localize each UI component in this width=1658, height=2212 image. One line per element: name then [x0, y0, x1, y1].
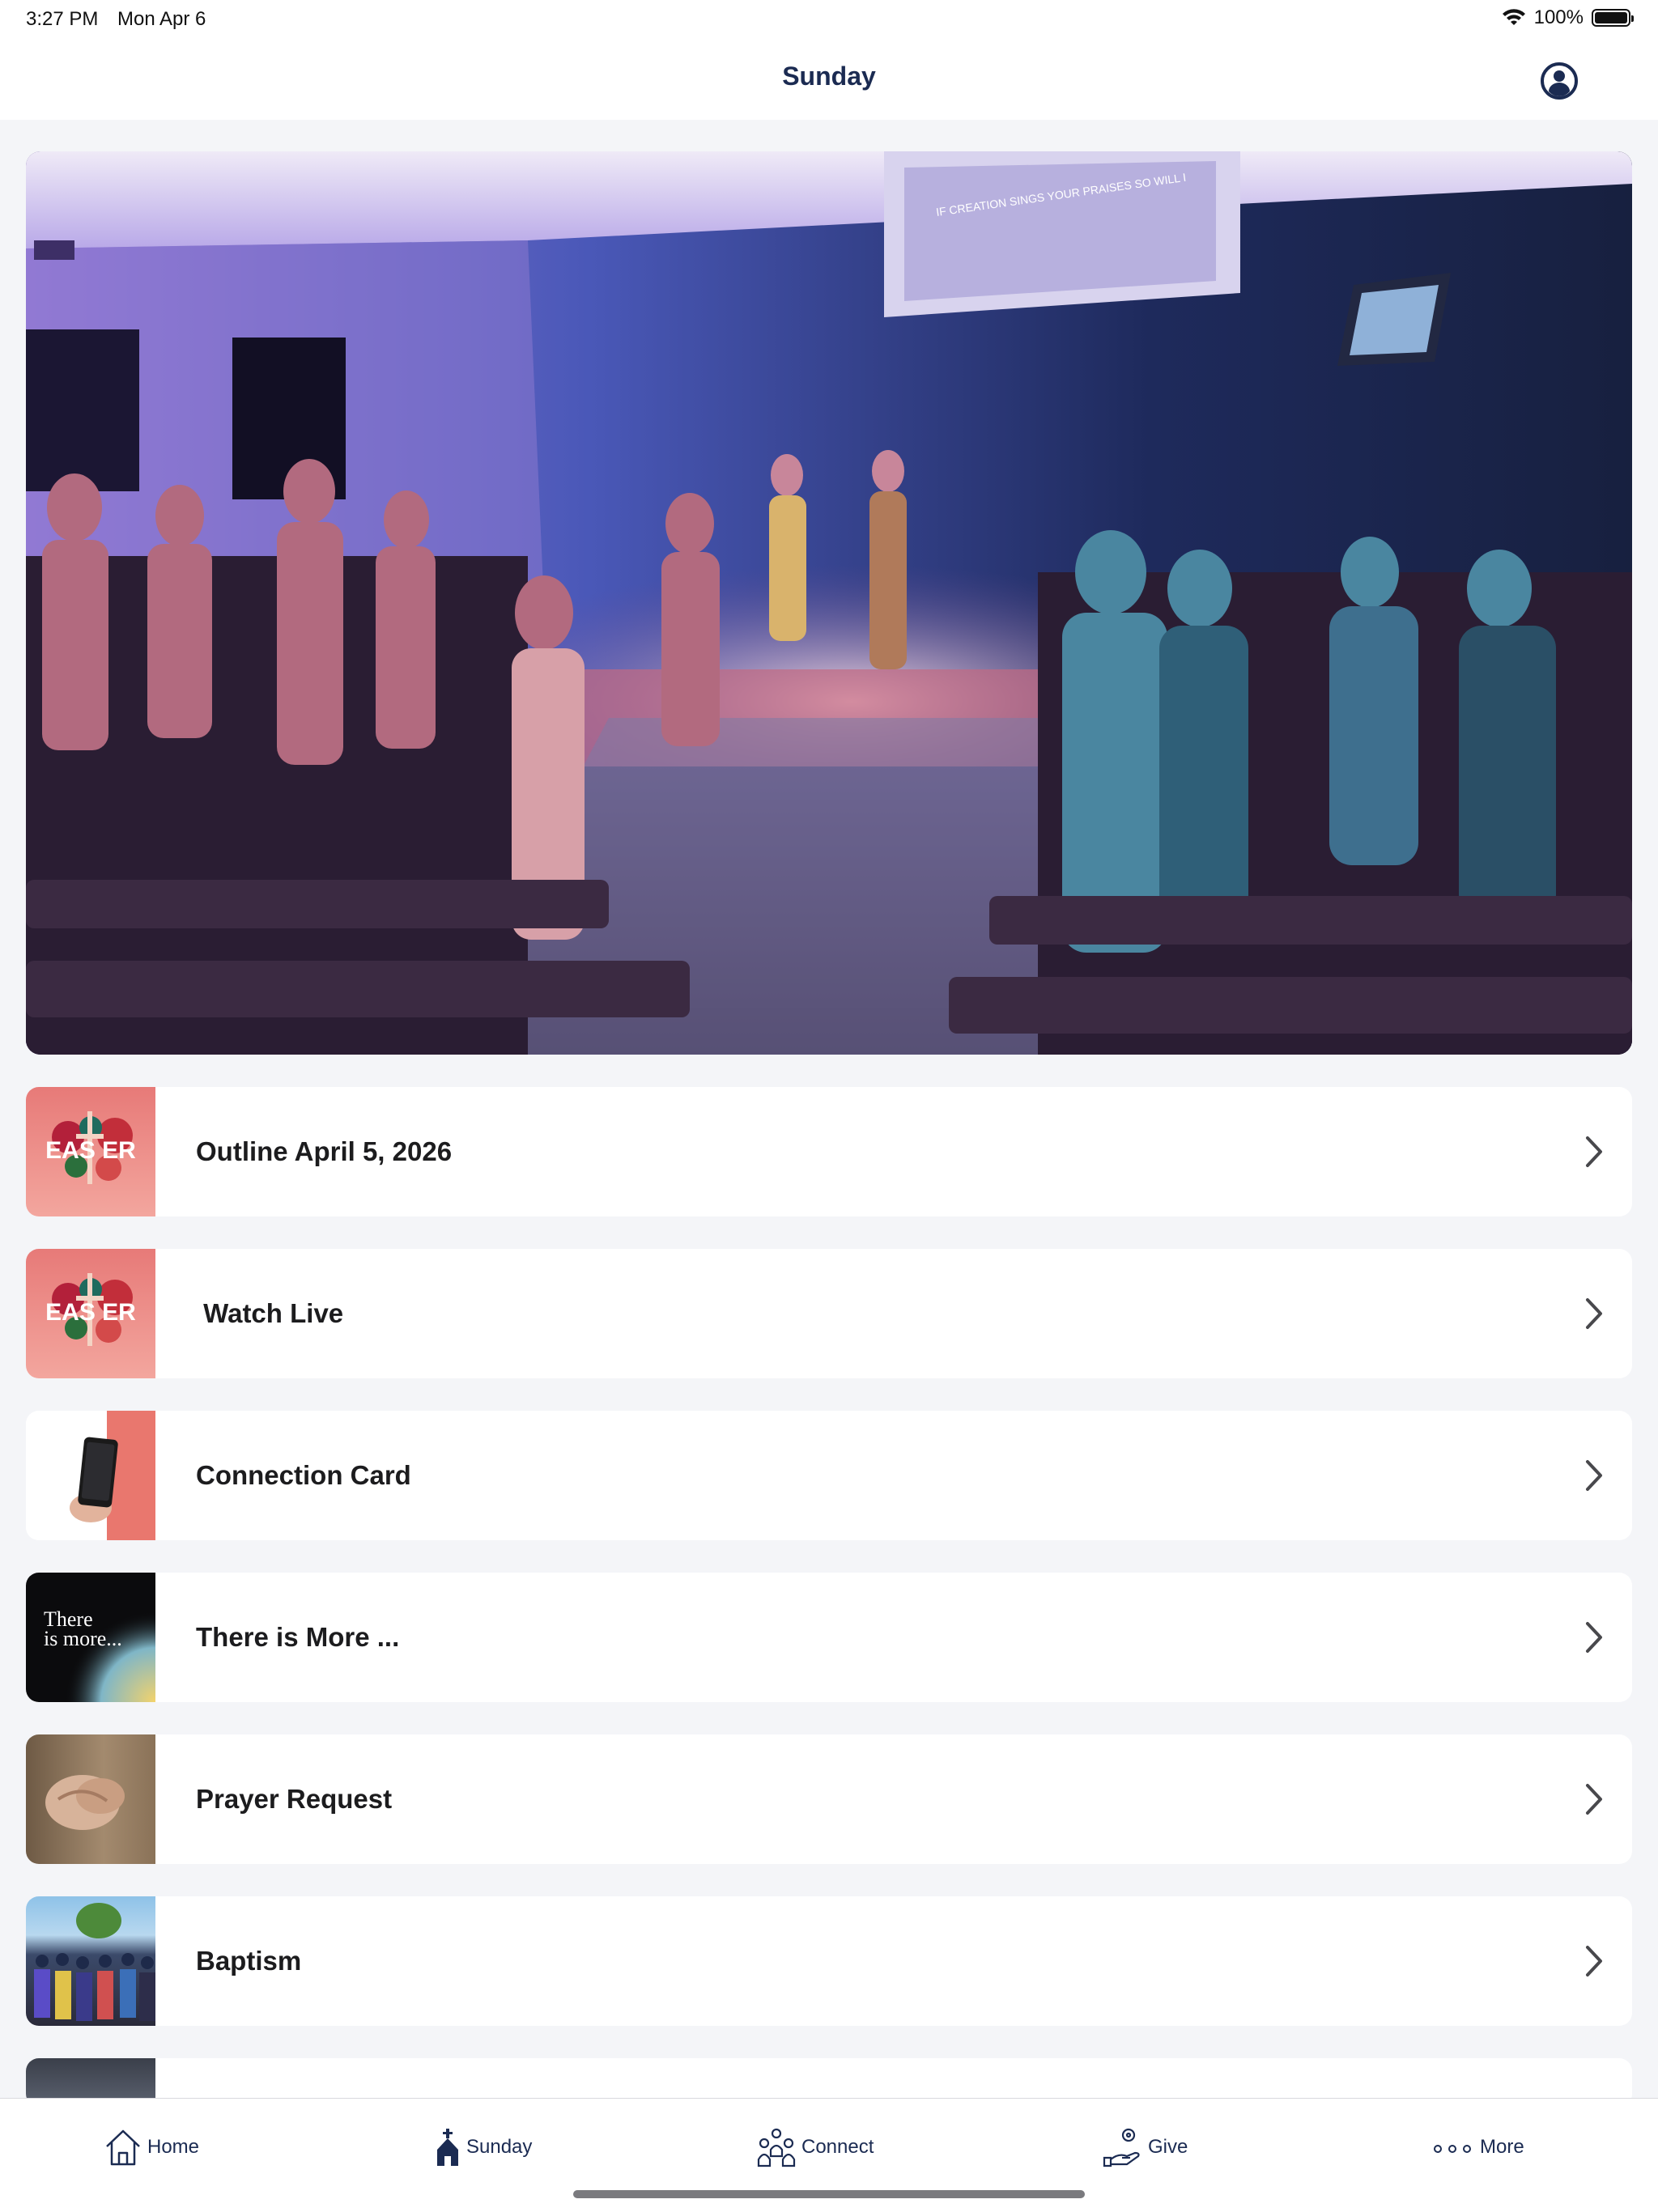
tab-label: Connect	[801, 2136, 874, 2158]
hand-coin-icon	[1103, 2128, 1140, 2167]
tab-home[interactable]: Home	[104, 2123, 199, 2172]
tab-connect[interactable]: Connect	[756, 2123, 874, 2172]
list-item-label: Connection Card	[196, 1460, 411, 1490]
list-item-label: Outline April 5, 2026	[196, 1136, 453, 1166]
status-date: Mon Apr 6	[117, 8, 206, 30]
thumb-text-is-more: is more...	[44, 1627, 122, 1650]
list-item-watch-live[interactable]: EAS ER Watch Live	[26, 1249, 1632, 1378]
status-time: 3:27 PM	[26, 8, 99, 30]
house-icon	[106, 2129, 140, 2166]
list-item-label: There is More ...	[196, 1622, 400, 1652]
list-item-there-is-more[interactable]: There is more... There is More ...	[26, 1573, 1632, 1702]
tab-give[interactable]: Give	[1103, 2123, 1188, 2172]
there-is-more-thumbnail: There is more...	[26, 1573, 155, 1702]
list-item-prayer-request[interactable]: Prayer Request	[26, 1734, 1632, 1864]
church-icon	[437, 2129, 458, 2166]
easter-text: EAS ER	[45, 1137, 136, 1164]
easter-thumbnail: EAS ER	[26, 1249, 155, 1378]
tab-sunday[interactable]: Sunday	[434, 2123, 532, 2172]
page-title: Sunday	[782, 62, 876, 91]
easter-thumbnail: EAS ER	[26, 1087, 155, 1216]
easter-text: EAS ER	[45, 1299, 136, 1326]
battery-icon	[1592, 9, 1634, 27]
home-indicator[interactable]	[573, 2190, 1085, 2198]
tab-more[interactable]: More	[1433, 2123, 1524, 2172]
list-item-label: Prayer Request	[196, 1784, 393, 1814]
wifi-icon	[1502, 9, 1525, 25]
chevron-right-icon	[1586, 1460, 1602, 1491]
tab-label: More	[1480, 2136, 1524, 2158]
status-bar: 3:27 PM Mon Apr 6 100%	[0, 0, 1658, 40]
person-circle-icon[interactable]	[1540, 62, 1579, 100]
people-icon	[757, 2128, 796, 2167]
baptism-crowd-thumbnail	[26, 1896, 155, 2026]
ellipsis-icon	[1434, 2145, 1471, 2153]
list-item-label: Baptism	[196, 1946, 302, 1976]
chevron-right-icon	[1586, 1136, 1602, 1167]
list-item-label: Watch Live	[196, 1298, 344, 1328]
hero-image[interactable]: IF CREATION SINGS YOUR PRAISES SO WILL I	[26, 151, 1632, 1055]
tab-label: Give	[1148, 2136, 1188, 2158]
battery-percent: 100%	[1533, 6, 1584, 28]
phone-in-hand-thumbnail	[26, 1411, 155, 1540]
praying-hands-thumbnail	[26, 1734, 155, 1864]
worship-photo: IF CREATION SINGS YOUR PRAISES SO WILL I	[26, 151, 1632, 1055]
chevron-right-icon	[1586, 1946, 1602, 1976]
list-item-outline[interactable]: EAS ER Outline April 5, 2026	[26, 1087, 1632, 1216]
tab-label: Home	[147, 2136, 200, 2158]
list-item-connection-card[interactable]: Connection Card	[26, 1411, 1632, 1540]
chevron-right-icon	[1586, 1298, 1602, 1329]
nav-bar: Sunday	[0, 40, 1658, 120]
list-item-baptism[interactable]: Baptism	[26, 1896, 1632, 2026]
chevron-right-icon	[1586, 1622, 1602, 1653]
chevron-right-icon	[1586, 1784, 1602, 1815]
tab-label: Sunday	[466, 2136, 533, 2158]
status-right: 100%	[1502, 6, 1634, 29]
